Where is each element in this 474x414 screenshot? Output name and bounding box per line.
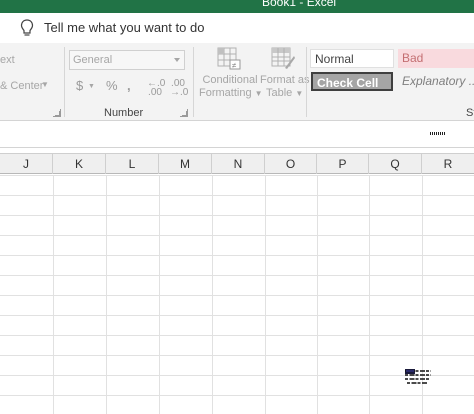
currency-dropdown-icon[interactable]: ▼ bbox=[88, 83, 95, 90]
grid-line bbox=[317, 175, 318, 414]
column-header-row: J K L M N O P Q R bbox=[0, 153, 474, 174]
number-format-value: General bbox=[73, 54, 113, 66]
column-header-l[interactable]: L bbox=[106, 154, 159, 174]
tell-me-input[interactable]: Tell me what you want to do bbox=[44, 20, 204, 35]
grid-line bbox=[212, 175, 213, 414]
column-header-q[interactable]: Q bbox=[369, 154, 422, 174]
grid-line bbox=[106, 175, 107, 414]
currency-button[interactable]: $ bbox=[76, 78, 83, 93]
style-check-cell[interactable]: Check Cell bbox=[311, 72, 393, 91]
decorative-mark bbox=[430, 132, 446, 135]
style-bad[interactable]: Bad bbox=[398, 49, 474, 68]
column-header-o[interactable]: O bbox=[265, 154, 317, 174]
cell-grid[interactable] bbox=[0, 175, 474, 414]
scribble-artifact bbox=[405, 369, 431, 384]
format-as-table-line2[interactable]: Table ▼ bbox=[266, 87, 303, 100]
conditional-formatting-icon: ≠ bbox=[217, 47, 241, 70]
grid-line bbox=[159, 175, 160, 414]
column-header-p[interactable]: P bbox=[317, 154, 369, 174]
conditional-formatting-line2[interactable]: Formatting ▼ bbox=[199, 87, 263, 100]
format-as-table-label: Table bbox=[266, 87, 293, 99]
styles-group-label: St bbox=[466, 107, 474, 119]
decrease-decimal-button[interactable]: .00 →.0 bbox=[170, 79, 188, 98]
alignment-launcher-icon[interactable] bbox=[53, 109, 61, 117]
increase-decimal-button[interactable]: ←.0 .00 bbox=[147, 79, 165, 98]
column-header-n[interactable]: N bbox=[212, 154, 265, 174]
number-format-dropdown[interactable]: General bbox=[69, 50, 185, 70]
format-as-table-icon bbox=[271, 47, 295, 69]
comma-style-button[interactable]: , bbox=[127, 78, 131, 93]
column-header-k[interactable]: K bbox=[53, 154, 106, 174]
chevron-down-icon bbox=[174, 58, 180, 62]
lightbulb-icon bbox=[20, 19, 34, 36]
ribbon: ext & Center ▼ General $ ▼ % , ←.0 .00 .… bbox=[0, 43, 474, 121]
column-header-j[interactable]: J bbox=[0, 154, 53, 174]
format-as-table-line1[interactable]: Format as bbox=[260, 74, 310, 87]
percent-button[interactable]: % bbox=[106, 78, 118, 93]
number-launcher-icon[interactable] bbox=[180, 109, 188, 117]
grid-line bbox=[53, 175, 54, 414]
grid-line bbox=[265, 175, 266, 414]
conditional-formatting-label: Formatting bbox=[199, 87, 252, 99]
style-normal[interactable]: Normal bbox=[310, 49, 394, 68]
group-separator bbox=[193, 47, 194, 117]
group-separator bbox=[64, 47, 65, 117]
formula-bar-area bbox=[0, 121, 474, 148]
number-group-label: Number bbox=[104, 107, 144, 119]
excel-window: Book1 - Excel Tell me what you want to d… bbox=[0, 0, 474, 414]
svg-text:≠: ≠ bbox=[232, 61, 237, 70]
title-bar: Book1 - Excel bbox=[0, 0, 474, 13]
column-header-r[interactable]: R bbox=[422, 154, 474, 174]
chevron-down-icon: ▼ bbox=[295, 89, 304, 98]
group-separator bbox=[306, 47, 307, 117]
window-title: Book1 - Excel bbox=[262, 0, 337, 9]
style-explanatory[interactable]: Explanatory ... bbox=[398, 72, 474, 91]
tell-me-bar[interactable]: Tell me what you want to do bbox=[0, 13, 474, 43]
wrap-text-button[interactable]: ext bbox=[0, 54, 15, 66]
column-header-m[interactable]: M bbox=[159, 154, 212, 174]
grid-line bbox=[369, 175, 370, 414]
chevron-down-icon: ▼ bbox=[254, 89, 263, 98]
conditional-formatting-line1[interactable]: Conditional bbox=[202, 74, 258, 87]
merge-center-dropdown-icon[interactable]: ▼ bbox=[41, 80, 49, 89]
merge-center-button[interactable]: & Center bbox=[0, 80, 43, 92]
